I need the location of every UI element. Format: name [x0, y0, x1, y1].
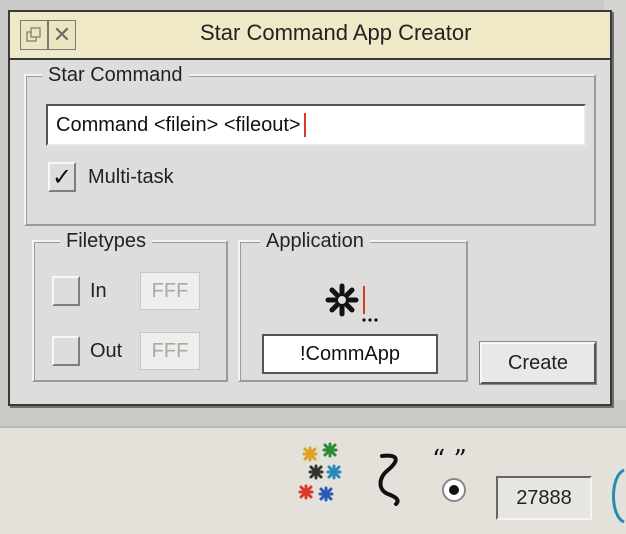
- back-icon: [26, 27, 41, 42]
- multitask-checkbox[interactable]: ✓: [48, 162, 76, 192]
- app-name-field[interactable]: !CommApp: [262, 334, 438, 374]
- star-command-group: [24, 74, 596, 226]
- svg-text:“ ”: “ ”: [432, 446, 467, 475]
- command-input-text: Command <filein> <fileout>: [56, 113, 301, 136]
- clock-display[interactable]: 27888: [496, 476, 592, 520]
- close-icon: ✕: [52, 22, 72, 47]
- star-command-label: Star Command: [42, 64, 189, 87]
- app-creator-window: ✕ Star Command App Creator Star Command …: [8, 10, 612, 406]
- window-title: Star Command App Creator: [200, 20, 472, 45]
- filetype-in-label: In: [90, 280, 107, 302]
- check-icon: ✓: [51, 163, 73, 191]
- task-manager-icon[interactable]: [606, 466, 626, 526]
- squiggle-icon[interactable]: [374, 450, 410, 506]
- filetype-out-label: Out: [90, 340, 123, 362]
- command-input[interactable]: Command <filein> <fileout>: [46, 104, 586, 146]
- back-button[interactable]: [20, 20, 48, 50]
- application-label: Application: [260, 230, 370, 253]
- close-button[interactable]: ✕: [48, 20, 76, 50]
- title-bar[interactable]: ✕ Star Command App Creator: [10, 12, 610, 60]
- quotes-icon[interactable]: “ ”: [428, 446, 484, 510]
- create-button[interactable]: Create: [479, 341, 597, 385]
- colour-stars-icon[interactable]: [296, 442, 352, 506]
- multitask-label: Multi-task: [88, 166, 174, 188]
- icon-bar: “ ” 27888: [0, 426, 626, 534]
- filetype-out-checkbox[interactable]: [52, 336, 80, 366]
- star-sprite-icon[interactable]: [320, 280, 380, 324]
- filetype-in-checkbox[interactable]: [52, 276, 80, 306]
- filetype-in-field[interactable]: FFF: [140, 272, 200, 310]
- text-caret: [303, 113, 306, 137]
- filetypes-label: Filetypes: [60, 230, 153, 253]
- filetype-out-field[interactable]: FFF: [140, 332, 200, 370]
